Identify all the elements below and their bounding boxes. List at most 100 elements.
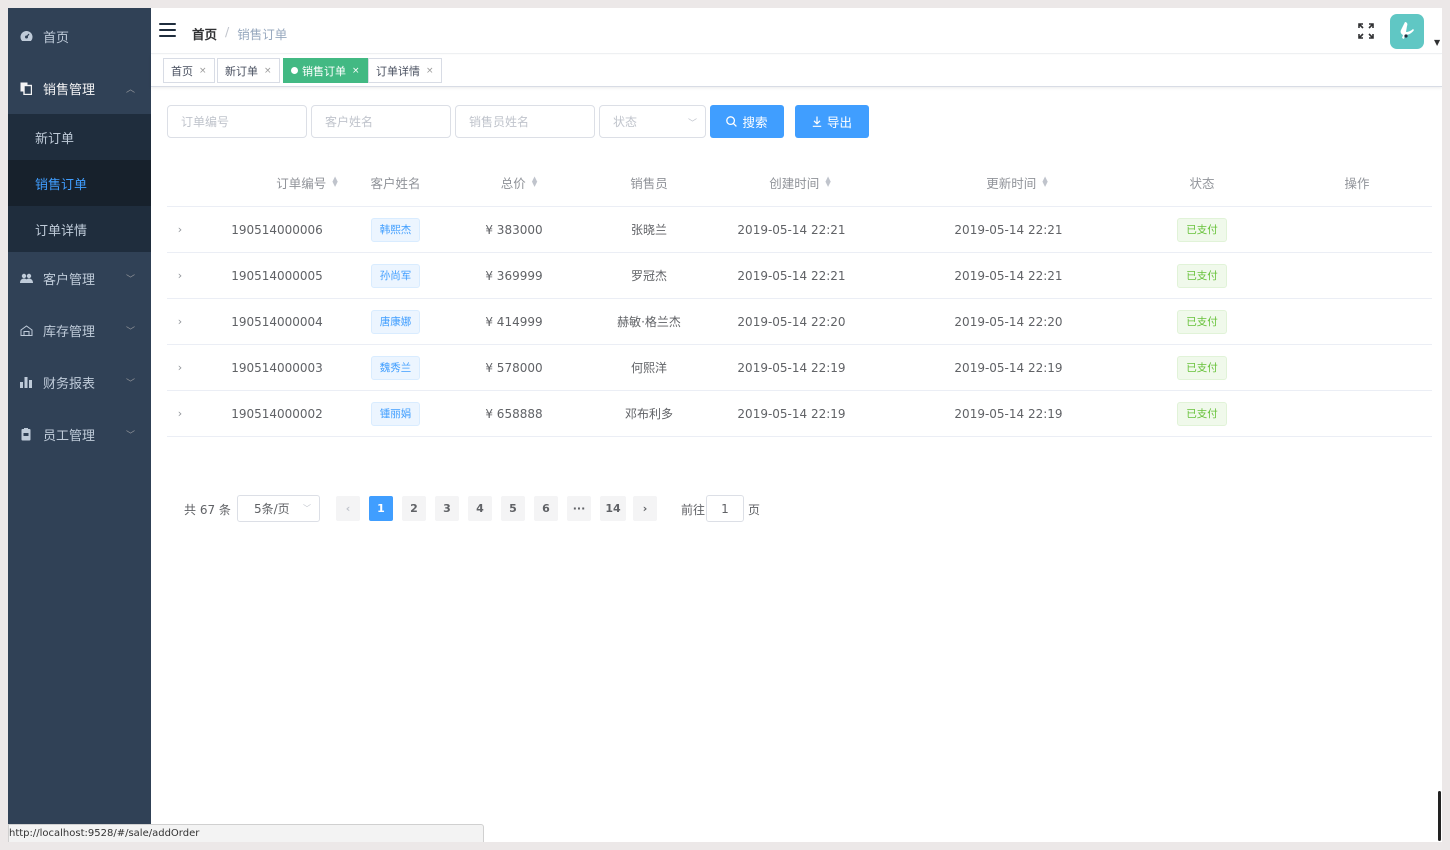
export-button[interactable]: 导出 [795,105,869,138]
browser-window: 首页 销售管理 ︿ 新订单 销售订单 订单详情 客户管理 ﹀ 库存管理 ﹀ 财务… [8,8,1442,842]
chevron-right-icon[interactable]: › [178,223,182,236]
fullscreen-icon[interactable] [1357,22,1375,40]
created-cell: 2019-05-14 22:21 [737,222,846,237]
sidebar-item-staff[interactable]: 员工管理 ﹀ [8,408,151,460]
tag-label: 销售订单 [302,64,346,78]
page-size-value: 5条/页 [254,502,290,516]
chevron-down-icon: ﹀ [303,504,311,513]
tag-home[interactable]: 首页 × [163,58,215,83]
sort-icon[interactable]: ▲ ▼ [532,176,537,188]
page-button[interactable]: 4 [468,496,492,521]
customer-name-input[interactable] [311,105,451,138]
search-icon [726,116,738,127]
chevron-down-icon: ﹀ [125,274,135,285]
column-label: 创建时间 [769,175,820,191]
more-pages-button[interactable]: ··· [567,496,591,521]
sidebar-item-label: 库存管理 [43,324,96,340]
table-row[interactable]: › 190514000005 孙尚军 ¥ 369999 罗冠杰 2019-05-… [167,253,1432,299]
close-icon[interactable]: × [352,66,360,76]
chevron-right-icon[interactable]: › [178,315,182,328]
browser-status-bar: http://localhost:9528/#/sale/addOrder [8,824,484,842]
status-select[interactable] [599,105,706,138]
sidebar-item-sales[interactable]: 销售管理 ︿ [8,62,151,114]
column-header-actions: 操作 [1297,158,1417,206]
page-button[interactable]: 3 [435,496,459,521]
tag-new-order[interactable]: 新订单 × [217,58,280,83]
navbar: 首页 / 销售订单 ▼ [151,8,1442,54]
total-cell: ¥ 578000 [485,360,543,375]
sidebar-item-new-order[interactable]: 新订单 [8,114,151,160]
total-cell: ¥ 383000 [485,222,543,237]
dashboard-icon [19,29,33,43]
goto-page-input[interactable] [706,495,744,522]
order-no-cell: 190514000006 [231,222,323,237]
next-page-button[interactable]: › [633,496,657,521]
copy-icon [19,81,33,95]
table-row[interactable]: › 190514000003 魏秀兰 ¥ 578000 何熙洋 2019-05-… [167,345,1432,391]
tag-order-detail[interactable]: 订单详情 × [368,58,442,83]
bar-chart-icon [19,375,33,389]
sidebar: 首页 销售管理 ︿ 新订单 销售订单 订单详情 客户管理 ﹀ 库存管理 ﹀ 财务… [8,8,151,842]
sort-icon[interactable]: ▲ ▼ [825,176,830,188]
created-cell: 2019-05-14 22:19 [737,360,846,375]
customer-tag: 韩熙杰 [370,217,421,242]
close-icon[interactable]: × [199,66,207,76]
status-badge: 已支付 [1177,355,1227,380]
page-button[interactable]: 14 [600,496,626,521]
column-header-total[interactable]: 总价 ▲ ▼ [454,158,584,206]
sidebar-item-order-detail[interactable]: 订单详情 [8,206,151,252]
page-button[interactable]: 1 [369,496,393,521]
sidebar-item-customers[interactable]: 客户管理 ﹀ [8,252,151,304]
table-row[interactable]: › 190514000004 唐康娜 ¥ 414999 赫敏·格兰杰 2019-… [167,299,1432,345]
order-no-input[interactable] [167,105,307,138]
sidebar-item-sales-order[interactable]: 销售订单 [8,160,151,206]
updated-cell: 2019-05-14 22:19 [954,360,1063,375]
column-label: 更新时间 [986,175,1037,191]
salesman-name-input[interactable] [455,105,595,138]
chevron-right-icon[interactable]: › [178,361,182,374]
salesman-cell: 罗冠杰 [630,269,667,283]
created-cell: 2019-05-14 22:19 [737,406,846,421]
sidebar-item-finance[interactable]: 财务报表 ﹀ [8,356,151,408]
customer-tag: 魏秀兰 [370,355,421,380]
search-label: 搜索 [742,115,768,130]
sort-icon[interactable]: ▲ ▼ [1042,176,1047,188]
avatar[interactable] [1390,14,1424,49]
chevron-right-icon[interactable]: › [178,407,182,420]
page-button[interactable]: 2 [402,496,426,521]
chevron-up-icon: ︿ [125,84,135,95]
column-header-status: 状态 [1142,158,1262,206]
chevron-down-icon: ﹀ [125,326,135,337]
prev-page-button[interactable]: ‹ [336,496,360,521]
status-url: http://localhost:9528/#/sale/addOrder [9,828,200,839]
table-row[interactable]: › 190514000002 锺丽娟 ¥ 658888 邓布利多 2019-05… [167,391,1432,437]
sidebar-item-label: 订单详情 [35,223,88,239]
tag-sales-order[interactable]: 销售订单 × [283,58,368,83]
sidebar-item-home[interactable]: 首页 [8,10,151,62]
order-no-cell: 190514000005 [231,268,323,283]
page-size-select[interactable]: 5条/页 ﹀ [237,495,320,522]
close-icon[interactable]: × [264,66,272,76]
caret-down-icon[interactable]: ▼ [1434,38,1440,47]
column-header-created[interactable]: 创建时间 ▲ ▼ [714,158,886,206]
download-icon [812,116,822,127]
sidebar-item-label: 首页 [43,30,70,46]
sidebar-item-inventory[interactable]: 库存管理 ﹀ [8,304,151,356]
column-header-updated[interactable]: 更新时间 ▲ ▼ [931,158,1103,206]
goto-label: 前往 [681,503,706,517]
hamburger-icon[interactable] [159,23,176,37]
users-icon [19,271,33,285]
breadcrumb-current: 销售订单 [237,27,288,42]
tag-label: 新订单 [225,64,258,78]
scrollbar[interactable] [1438,791,1441,841]
search-button[interactable]: 搜索 [710,105,784,138]
status-badge: 已支付 [1177,401,1227,426]
page-suffix: 页 [748,503,761,517]
page-button[interactable]: 6 [534,496,558,521]
close-icon[interactable]: × [426,66,434,76]
page-button[interactable]: 5 [501,496,525,521]
chevron-right-icon[interactable]: › [178,269,182,282]
table-row[interactable]: › 190514000006 韩熙杰 ¥ 383000 张晓兰 2019-05-… [167,207,1432,253]
breadcrumb-home[interactable]: 首页 [192,24,217,43]
breadcrumb: 首页 / 销售订单 [192,24,287,43]
